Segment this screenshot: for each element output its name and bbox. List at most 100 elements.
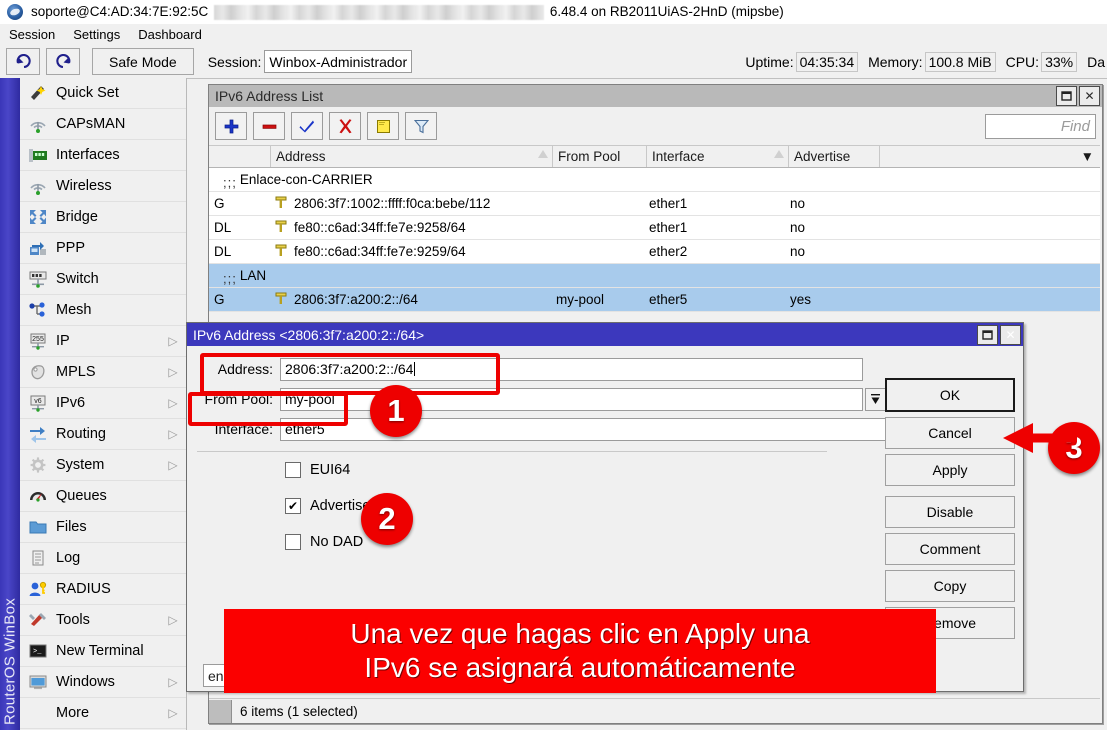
sidebar-item-label: Log <box>56 550 186 566</box>
sidebar-item-label: Tools <box>56 612 166 628</box>
no-dad-checkbox[interactable] <box>285 534 301 550</box>
search-input[interactable]: Find <box>985 114 1096 139</box>
sidebar-item-ip[interactable]: 255 IP ▷ <box>20 326 186 357</box>
sidebar-item-new-terminal[interactable]: >_ New Terminal <box>20 636 186 667</box>
table-comment-row[interactable]: ;;; Enlace-con-CARRIER <box>209 168 1100 192</box>
sidebar-item-label: Mesh <box>56 302 186 318</box>
sidebar-item-label: Bridge <box>56 209 186 225</box>
disable-button[interactable]: Disable <box>885 496 1015 528</box>
cell-from-pool: my-pool <box>551 288 644 311</box>
sidebar-item-quick-set[interactable]: Quick Set <box>20 78 186 109</box>
eui64-checkbox[interactable] <box>285 462 301 478</box>
table-row[interactable]: G 2806:3f7:1002::ffff:f0ca:bebe/112 ethe… <box>209 192 1100 216</box>
sidebar-item-ppp[interactable]: PPP <box>20 233 186 264</box>
sidebar-item-more[interactable]: More ▷ <box>20 698 186 729</box>
winbox-application-window: soporte@C4:AD:34:7E:92:5C 6.48.4 on RB20… <box>0 0 1107 730</box>
maximize-icon[interactable] <box>977 325 998 345</box>
cell-flags: DL <box>209 216 270 239</box>
sidebar-item-label: Quick Set <box>56 85 186 101</box>
dialog-window-controls: ✕ <box>975 325 1023 345</box>
sidebar-item-mesh[interactable]: Mesh <box>20 295 186 326</box>
sidebar-item-files[interactable]: Files <box>20 512 186 543</box>
sidebar-item-label: CAPsMAN <box>56 116 186 132</box>
table-row[interactable]: G 2806:3f7:a200:2::/64 my-pool ether5 ye… <box>209 288 1100 312</box>
cell-extra <box>875 216 1100 239</box>
undo-icon <box>15 54 32 69</box>
main-menu-sidebar: Quick Set CAPsMAN <box>20 78 187 730</box>
sidebar-item-ipv6[interactable]: v6 IPv6 ▷ <box>20 388 186 419</box>
sidebar-item-wireless[interactable]: Wireless <box>20 171 186 202</box>
sidebar-item-tools[interactable]: Tools ▷ <box>20 605 186 636</box>
column-header-advertise[interactable]: Advertise <box>789 146 880 167</box>
menu-item-settings[interactable]: Settings <box>64 25 129 44</box>
funnel-icon <box>414 119 429 134</box>
address-input[interactable]: 2806:3f7:a200:2::/64 <box>280 358 863 381</box>
column-menu-button[interactable]: ▼ <box>880 146 1100 167</box>
table-row[interactable]: DL fe80::c6ad:34ff:fe7e:9259/64 ether2 n… <box>209 240 1100 264</box>
sidebar-item-interfaces[interactable]: Interfaces <box>20 140 186 171</box>
ok-button[interactable]: OK <box>885 378 1015 412</box>
window-title-prefix: soporte@C4:AD:34:7E:92:5C <box>31 4 208 19</box>
chevron-right-icon: ▷ <box>166 458 180 472</box>
sidebar-item-system[interactable]: System ▷ <box>20 450 186 481</box>
comment-button[interactable] <box>367 112 399 140</box>
column-header-address[interactable]: Address <box>271 146 553 167</box>
from-pool-input[interactable]: my-pool <box>280 388 863 411</box>
column-header-address-label: Address <box>276 149 326 164</box>
uptime-stat: Uptime: 04:35:34 <box>745 52 858 72</box>
enable-button[interactable] <box>291 112 323 140</box>
sidebar-item-label: MPLS <box>56 364 166 380</box>
close-icon[interactable]: ✕ <box>1079 86 1100 106</box>
sidebar-item-log[interactable]: Log <box>20 543 186 574</box>
mpls-tag-icon <box>26 361 50 383</box>
sidebar-item-label: New Terminal <box>56 643 186 659</box>
sidebar-item-bridge[interactable]: Bridge <box>20 202 186 233</box>
undo-button[interactable] <box>6 48 40 75</box>
wand-icon <box>26 82 50 104</box>
from-pool-dropdown-button[interactable] <box>865 388 886 411</box>
column-header-from-pool[interactable]: From Pool <box>553 146 647 167</box>
comment-text: Enlace-con-CARRIER <box>240 172 373 187</box>
maximize-icon[interactable] <box>1056 86 1077 106</box>
session-value[interactable]: Winbox-Administrador <box>264 50 412 73</box>
disable-button[interactable] <box>329 112 361 140</box>
cell-extra <box>875 192 1100 215</box>
sidebar-item-capsman[interactable]: CAPsMAN <box>20 109 186 140</box>
note-icon <box>376 119 391 134</box>
cell-advertise: no <box>785 192 875 215</box>
menu-item-session[interactable]: Session <box>0 25 64 44</box>
comment-button[interactable]: Comment <box>885 533 1015 565</box>
cell-interface: ether1 <box>644 216 785 239</box>
sidebar-item-routing[interactable]: Routing ▷ <box>20 419 186 450</box>
sidebar-item-queues[interactable]: Queues <box>20 481 186 512</box>
column-header-interface[interactable]: Interface <box>647 146 789 167</box>
sidebar-item-windows[interactable]: Windows ▷ <box>20 667 186 698</box>
from-pool-label: From Pool: <box>195 391 273 407</box>
add-button[interactable] <box>215 112 247 140</box>
sidebar-item-mpls[interactable]: MPLS ▷ <box>20 357 186 388</box>
no-dad-label: No DAD <box>310 534 363 550</box>
cell-flags: G <box>209 192 270 215</box>
copy-button[interactable]: Copy <box>885 570 1015 602</box>
gear-icon <box>26 454 50 476</box>
advertise-checkbox[interactable]: ✔ <box>285 498 301 514</box>
sidebar-item-radius[interactable]: RADIUS <box>20 574 186 605</box>
sidebar-item-switch[interactable]: Switch <box>20 264 186 295</box>
sidebar-item-label: Windows <box>56 674 166 690</box>
safe-mode-button[interactable]: Safe Mode <box>92 48 194 75</box>
close-icon[interactable]: ✕ <box>1000 325 1021 345</box>
filter-button[interactable] <box>405 112 437 140</box>
apply-button[interactable]: Apply <box>885 454 1015 486</box>
folder-icon <box>26 516 50 538</box>
redo-button[interactable] <box>46 48 80 75</box>
address-label: Address: <box>195 361 273 377</box>
menu-item-dashboard[interactable]: Dashboard <box>129 25 211 44</box>
memory-label: Memory: <box>868 54 922 70</box>
table-comment-row[interactable]: ;;; LAN <box>209 264 1100 288</box>
remove-button[interactable] <box>253 112 285 140</box>
table-row[interactable]: DL fe80::c6ad:34ff:fe7e:9258/64 ether1 n… <box>209 216 1100 240</box>
cancel-button[interactable]: Cancel <box>885 417 1015 449</box>
column-header-flags[interactable] <box>209 146 271 167</box>
user-key-icon <box>26 578 50 600</box>
ipv6-address-table: Address From Pool Interface Advertise ▼ … <box>209 145 1100 312</box>
